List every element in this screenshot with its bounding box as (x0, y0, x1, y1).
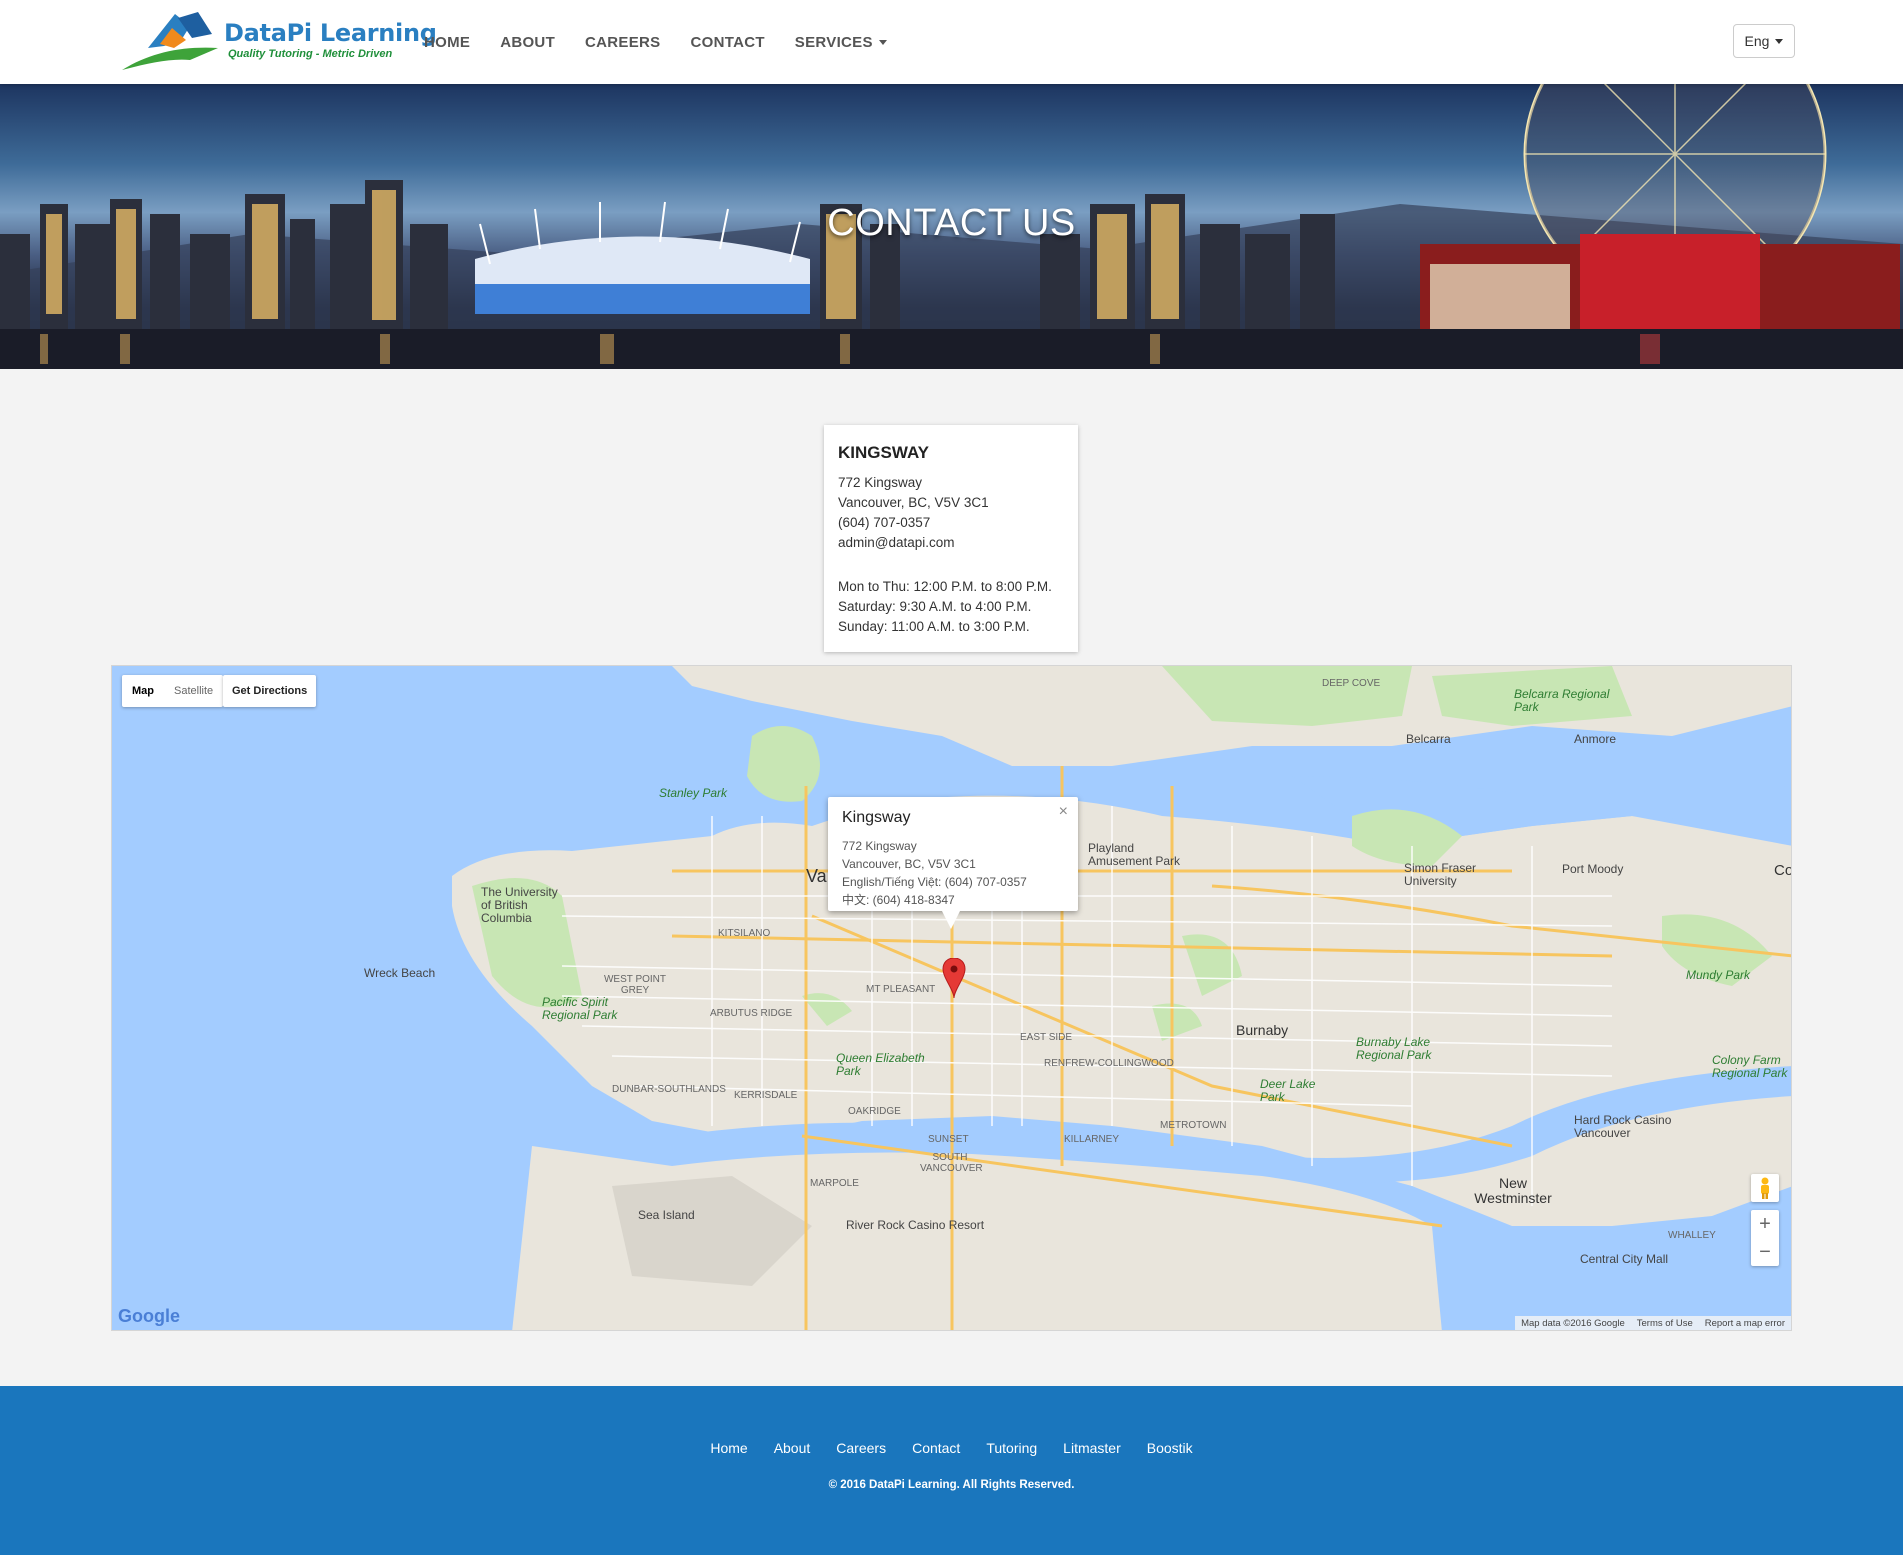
map-label-burnaby: Burnaby (1236, 1022, 1289, 1038)
map-label-kitsilano: KITSILANO (718, 928, 771, 939)
navbar: DataPi Learning Quality Tutoring - Metri… (0, 0, 1903, 84)
caret-down-icon (878, 40, 887, 46)
logo-mark-icon (122, 12, 218, 70)
map-label-mt-pleasant: MT PLEASANT (866, 984, 936, 995)
map-label-deep-cove: DEEP COVE (1322, 678, 1381, 689)
map-marker-icon[interactable] (942, 958, 966, 998)
map-type-satellite-button[interactable]: Satellite (164, 675, 223, 707)
map-label-dunbar: DUNBAR-SOUTHLANDS (612, 1084, 726, 1095)
map-label-new-westminster: New Westminster (1474, 1175, 1552, 1206)
footer-link-careers[interactable]: Careers (836, 1440, 886, 1456)
hero-banner: CONTACT US (0, 84, 1903, 369)
footer-nav: Home About Careers Contact Tutoring Litm… (0, 1440, 1903, 1456)
hours-sunday: Sunday: 11:00 A.M. to 3:00 P.M. (838, 619, 1030, 634)
info-chinese-phone: 中文: (604) 418-8347 (842, 893, 955, 907)
copyright: © 2016 DataPi Learning. All Rights Reser… (828, 1479, 1075, 1491)
language-label: Eng (1744, 33, 1770, 49)
info-address-line-2: Vancouver, BC, V5V 3C1 (842, 857, 976, 871)
map-label-vancouver: Va (806, 866, 827, 886)
zoom-out-button[interactable]: − (1751, 1238, 1779, 1266)
report-map-error-link[interactable]: Report a map error (1705, 1318, 1785, 1329)
map-label-river-rock: River Rock Casino Resort (846, 1218, 985, 1232)
google-logo[interactable]: Google (118, 1306, 180, 1327)
map-label-sunset: SUNSET (928, 1134, 969, 1145)
map-label-sea-island: Sea Island (638, 1208, 695, 1222)
map-label-killarney: KILLARNEY (1064, 1134, 1120, 1145)
address-line-2: Vancouver, BC, V5V 3C1 (838, 495, 989, 510)
map-label-hard-rock: Hard Rock Casino Vancouver (1574, 1113, 1672, 1140)
address-line-1: 772 Kingsway (838, 475, 923, 490)
brand-name: DataPi Learning (224, 19, 437, 47)
location-title: KINGSWAY (838, 443, 930, 462)
map-label-burnaby-lake: Burnaby Lake Regional Park (1356, 1035, 1432, 1062)
map-label-whalley: WHALLEY (1668, 1230, 1716, 1241)
info-address-line-1: 772 Kingsway (842, 839, 917, 853)
map-label-east-side: EAST SIDE (1020, 1032, 1073, 1043)
map-type-control: Map Satellite (122, 675, 224, 707)
footer-link-tutoring[interactable]: Tutoring (986, 1440, 1037, 1456)
hours-weekday: Mon to Thu: 12:00 P.M. to 8:00 P.M. (838, 579, 1052, 594)
map-label-pacific-spirit: Pacific Spirit Regional Park (542, 995, 618, 1022)
footer-link-boostik[interactable]: Boostik (1147, 1440, 1193, 1456)
brand-logo[interactable]: DataPi Learning Quality Tutoring - Metri… (120, 8, 437, 74)
footer: Home About Careers Contact Tutoring Litm… (0, 1386, 1903, 1555)
info-english-phone: English/Tiếng Việt: (604) 707-0357 (842, 875, 1027, 889)
map-attribution: Map data ©2016 Google Terms of Use Repor… (1515, 1316, 1791, 1330)
map-label-sfu: Simon Fraser University (1404, 861, 1477, 888)
map-label-wreck-beach: Wreck Beach (364, 966, 436, 980)
zoom-control: + − (1751, 1210, 1779, 1266)
map-info-window: × Kingsway 772 Kingsway Vancouver, BC, V… (828, 797, 1078, 929)
map-label-coquitlam: Co (1774, 862, 1792, 879)
map-data-credit: Map data ©2016 Google (1521, 1317, 1625, 1329)
map-label-arbutus: ARBUTUS RIDGE (710, 1008, 793, 1019)
nav-about[interactable]: ABOUT (500, 34, 555, 51)
nav-careers[interactable]: CAREERS (585, 34, 660, 51)
map-label-belcarra: Belcarra (1406, 732, 1451, 746)
footer-link-home[interactable]: Home (710, 1440, 747, 1456)
close-icon[interactable]: × (1059, 803, 1068, 821)
main-nav: HOME ABOUT CAREERS CONTACT SERVICES (424, 0, 917, 84)
map-label-west-point-grey: WEST POINT GREY (603, 974, 667, 996)
map-label-anmore: Anmore (1574, 732, 1617, 746)
google-map[interactable]: Stanley Park The University of British C… (111, 665, 1792, 1331)
get-directions-button[interactable]: Get Directions (223, 675, 317, 707)
map-label-kerrisdale: KERRISDALE (734, 1090, 798, 1101)
language-dropdown[interactable]: Eng (1733, 24, 1795, 58)
info-window-title: Kingsway (842, 809, 911, 826)
brand-tagline: Quality Tutoring - Metric Driven (228, 48, 393, 60)
nav-home[interactable]: HOME (424, 34, 470, 51)
terms-of-use-link[interactable]: Terms of Use (1637, 1318, 1693, 1329)
hours-saturday: Saturday: 9:30 A.M. to 4:00 P.M. (838, 599, 1032, 614)
map-label-colony-farm: Colony Farm Regional Park (1712, 1053, 1788, 1080)
footer-link-litmaster[interactable]: Litmaster (1063, 1440, 1121, 1456)
map-label-metrotown: METROTOWN (1160, 1120, 1227, 1131)
email-address[interactable]: admin@datapi.com (838, 533, 1064, 553)
map-label-stanley-park: Stanley Park (659, 786, 728, 800)
map-label-queen-elizabeth: Queen Elizabeth Park (836, 1051, 925, 1078)
map-label-renfrew: RENFREW-COLLINGWOOD (1044, 1058, 1174, 1069)
map-label-oakridge: OAKRIDGE (848, 1106, 901, 1117)
map-label-deer-lake: Deer Lake Park (1260, 1077, 1316, 1104)
nav-contact[interactable]: CONTACT (690, 34, 764, 51)
map-label-port-moody: Port Moody (1562, 862, 1624, 876)
zoom-in-button[interactable]: + (1751, 1210, 1779, 1238)
map-label-south-vancouver: SOUTH VANCOUVER (920, 1152, 983, 1174)
footer-link-about[interactable]: About (774, 1440, 811, 1456)
phone-number[interactable]: (604) 707-0357 (838, 513, 1064, 533)
map-label-belcarra-park: Belcarra Regional Park (1514, 687, 1610, 714)
map-label-playland: Playland Amusement Park (1088, 841, 1181, 868)
caret-down-icon (1775, 38, 1784, 44)
nav-services-dropdown[interactable]: SERVICES (795, 34, 887, 51)
footer-link-contact[interactable]: Contact (912, 1440, 960, 1456)
map-type-map-button[interactable]: Map (122, 675, 164, 707)
location-card: KINGSWAY 772 Kingsway Vancouver, BC, V5V… (824, 425, 1078, 652)
map-label-marpole: MARPOLE (810, 1178, 859, 1189)
map-label-central-city: Central City Mall (1580, 1252, 1669, 1266)
street-view-pegman-icon[interactable] (1751, 1174, 1779, 1202)
map-label-mundy-park: Mundy Park (1686, 968, 1751, 982)
page-title: CONTACT US (827, 202, 1076, 244)
map-label-ubc: The University of British Columbia (481, 885, 558, 925)
nav-services-label: SERVICES (794, 33, 873, 51)
